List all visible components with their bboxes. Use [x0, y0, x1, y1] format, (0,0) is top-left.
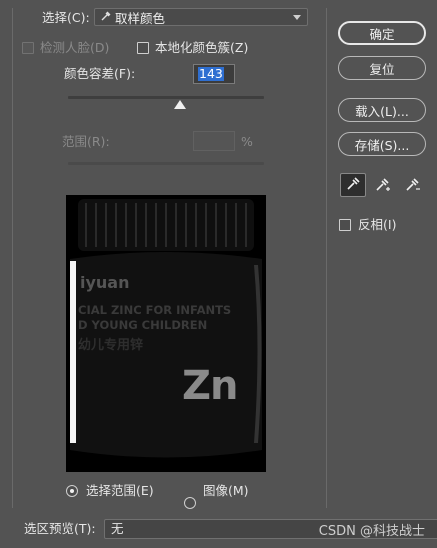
select-value: 取样颜色	[115, 10, 166, 26]
select-label: 选择(C):	[42, 10, 90, 25]
invert-checkbox[interactable]	[339, 219, 351, 231]
selection-preview-value: 无	[111, 521, 124, 536]
invert-label: 反相(I)	[358, 217, 397, 232]
detect-faces-checkbox[interactable]	[22, 42, 34, 54]
eyedropper-minus-tool-button[interactable]	[400, 173, 426, 197]
range-input	[193, 131, 235, 151]
fuzziness-slider-thumb[interactable]	[173, 100, 186, 109]
fuzziness-value: 143	[198, 66, 224, 81]
ok-button[interactable]: 确定	[338, 21, 426, 45]
fuzziness-label: 颜色容差(F):	[64, 66, 136, 81]
preview-brand: iyuan	[80, 273, 130, 292]
eyedropper-icon	[100, 10, 111, 25]
localized-checkbox[interactable]	[137, 42, 149, 54]
save-button[interactable]: 存储(S)...	[338, 132, 426, 156]
eyedropper-tool-button[interactable]	[340, 173, 366, 197]
load-button[interactable]: 载入(L)...	[338, 98, 426, 122]
fuzziness-slider-track[interactable]	[68, 96, 264, 99]
range-unit: %	[241, 134, 253, 149]
preview-zn: Zn	[182, 363, 238, 409]
preview-text-2: D YOUNG CHILDREN	[78, 318, 208, 332]
chevron-down-icon	[293, 14, 301, 20]
eyedropper-minus-icon	[405, 176, 421, 195]
selection-preview-image: iyuan CIAL ZINC FOR INFANTS D YOUNG CHIL…	[66, 195, 266, 472]
fuzziness-input[interactable]: 143	[193, 64, 235, 84]
localized-label: 本地化颜色簇(Z)	[155, 40, 249, 55]
selection-radio-label: 选择范围(E)	[86, 483, 154, 498]
detect-faces-label: 检测人脸(D)	[40, 40, 110, 55]
eyedropper-plus-tool-button[interactable]	[370, 173, 396, 197]
range-slider-track	[68, 162, 264, 165]
image-radio-label: 图像(M)	[203, 483, 249, 498]
eyedropper-plus-icon	[375, 176, 391, 195]
select-dropdown[interactable]: 取样颜色	[94, 8, 308, 26]
watermark: CSDN @科技战士	[318, 524, 425, 539]
preview-cn-text: 幼儿专用锌	[78, 338, 144, 353]
reset-button[interactable]: 复位	[338, 56, 426, 80]
selection-radio[interactable]	[66, 485, 78, 497]
preview-text-1: CIAL ZINC FOR INFANTS	[78, 303, 232, 317]
image-radio[interactable]	[184, 497, 196, 509]
selection-preview-label: 选区预览(T):	[24, 521, 96, 536]
eyedropper-icon	[346, 176, 360, 194]
range-label: 范围(R):	[62, 134, 110, 149]
